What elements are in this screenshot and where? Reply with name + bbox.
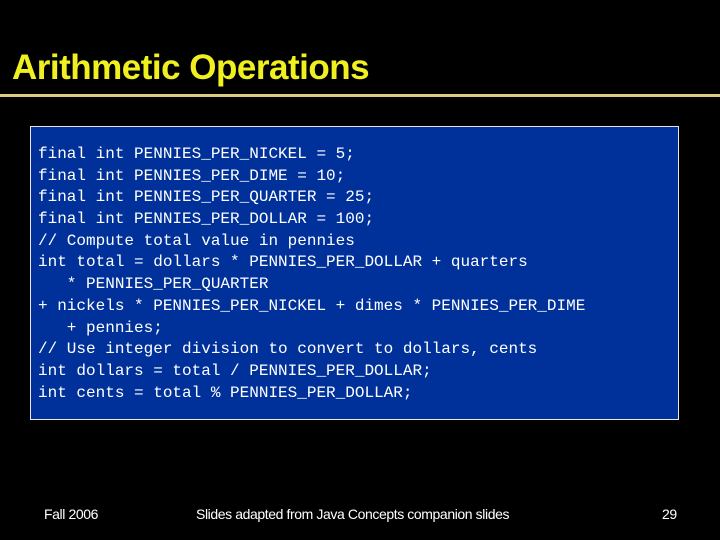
code-line: int dollars = total / PENNIES_PER_DOLLAR… (38, 361, 432, 380)
code-listing: final int PENNIES_PER_NICKEL = 5; final i… (38, 144, 585, 404)
code-block: final int PENNIES_PER_NICKEL = 5; final i… (30, 126, 679, 420)
slide-title: Arithmetic Operations (12, 48, 370, 87)
footer-source: Slides adapted from Java Concepts compan… (196, 506, 510, 522)
code-line: int total = dollars * PENNIES_PER_DOLLAR… (38, 253, 528, 272)
code-line: final int PENNIES_PER_NICKEL = 5; (38, 145, 355, 163)
code-line: + nickels * PENNIES_PER_NICKEL + dimes *… (38, 296, 586, 315)
code-line: final int PENNIES_PER_QUARTER = 25; (38, 188, 375, 207)
code-comment: // Compute total value in pennies (38, 231, 355, 250)
footer-date: Fall 2006 (44, 506, 98, 522)
code-line: * PENNIES_PER_QUARTER (38, 275, 269, 294)
slide-number: 29 (662, 506, 677, 522)
code-line: final int PENNIES_PER_DIME = 10; (38, 166, 346, 185)
code-line: int cents = total % PENNIES_PER_DOLLAR; (38, 383, 413, 402)
code-line: final int PENNIES_PER_DOLLAR = 100; (38, 210, 375, 229)
title-divider (0, 94, 720, 97)
code-line: + pennies; (38, 318, 163, 337)
code-comment: // Use integer division to convert to do… (38, 340, 538, 359)
